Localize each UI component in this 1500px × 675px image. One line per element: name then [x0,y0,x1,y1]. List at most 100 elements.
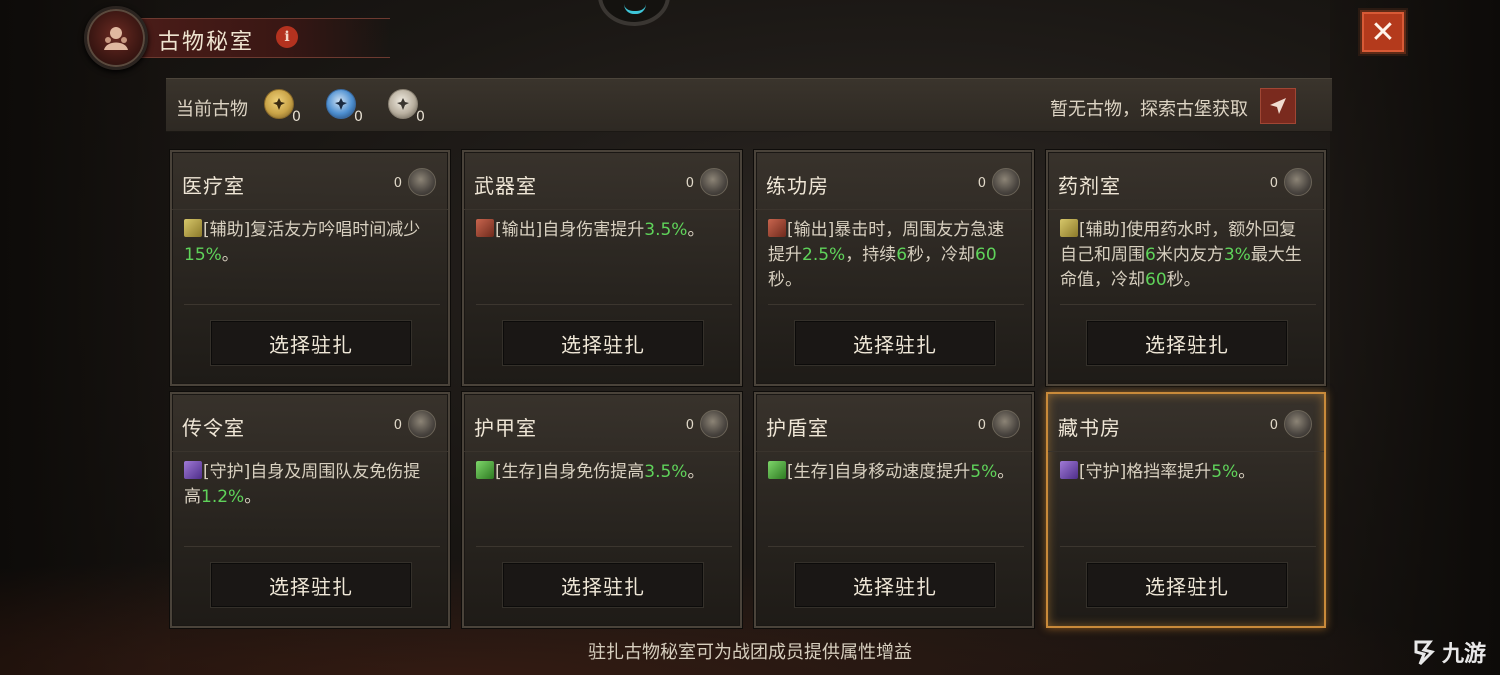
room-tag: [辅助] [1079,220,1127,240]
room-description: [生存]自身免伤提高3.5%。 [476,460,728,485]
desc-text: 自身伤害提升 [542,220,645,240]
relic-blue-count: 0 [354,109,363,125]
close-button[interactable]: ✕ [1360,10,1406,54]
room-description: [辅助]使用药水时，额外回复自己和周围6米内友方3%最大生命值，冷却60秒。 [1060,218,1312,293]
room-relic-count: 0 [1269,176,1278,191]
page-title: 古物秘室 [158,30,255,55]
relic-hint-text: 暂无古物，探索古堡获取 [1050,99,1248,120]
desc-text: 自身移动速度提升 [834,462,971,482]
desc-text: 格挡率提升 [1126,462,1212,482]
desc-value: 3.5% [644,220,688,240]
room-tag: [辅助] [203,220,251,240]
desc-value: 1.2% [201,487,245,507]
desc-text: 。 [997,462,1015,482]
room-relic-slot-icon[interactable] [1284,410,1312,438]
desc-value: 2.5% [802,245,846,265]
select-station-button[interactable]: 选择驻扎 [210,562,412,608]
room-relic-count: 0 [977,176,986,191]
current-relics-bar: 当前古物 0 0 0 暂无古物，探索古堡获取 [166,78,1332,132]
room-description: [输出]暴击时，周围友方急速提升2.5%，持续6秒，冷却60秒。 [768,218,1020,293]
room-relic-slot-icon[interactable] [700,168,728,196]
relic-silver-icon[interactable] [388,89,418,119]
relic-gold-icon[interactable] [264,89,294,119]
guard-tag-icon [1060,461,1078,479]
room-tag: [生存] [495,462,543,482]
desc-text: 。 [687,462,705,482]
room-card: 护盾室 0 [生存]自身移动速度提升5%。 选择驻扎 [754,392,1034,628]
title-bar: 古物秘室 i [84,6,390,70]
room-name: 传令室 [182,416,245,440]
select-station-button[interactable]: 选择驻扎 [502,320,704,366]
room-description: [生存]自身移动速度提升5%。 [768,460,1020,485]
desc-text: ，持续 [845,245,897,265]
room-relic-slot-icon[interactable] [992,168,1020,196]
survive-tag-icon [768,461,786,479]
room-relic-slot-icon[interactable] [408,168,436,196]
top-ring-ornament-icon [598,0,670,26]
select-station-button[interactable]: 选择驻扎 [794,562,996,608]
desc-text: 。 [221,245,239,265]
assist-tag-icon [184,219,202,237]
room-name: 护盾室 [766,416,829,440]
room-card: 武器室 0 [输出]自身伤害提升3.5%。 选择驻扎 [462,150,742,386]
desc-text: 复活友方吟唱时间减少 [250,220,421,240]
relic-room-emblem-icon [84,6,148,70]
room-relic-count: 0 [393,418,402,433]
room-name: 医疗室 [182,174,245,198]
select-station-button[interactable]: 选择驻扎 [502,562,704,608]
room-card-selected: 藏书房 0 [守护]格挡率提升5%。 选择驻扎 [1046,392,1326,628]
output-tag-icon [476,219,494,237]
room-name: 护甲室 [474,416,537,440]
room-name: 药剂室 [1058,174,1121,198]
room-card: 传令室 0 [守护]自身及周围队友免伤提高1.2%。 选择驻扎 [170,392,450,628]
room-tag: [输出] [495,220,543,240]
room-relic-count: 0 [977,418,986,433]
watermark-text: 九游 [1442,642,1487,667]
desc-text: 。 [1238,462,1256,482]
room-relic-slot-icon[interactable] [700,410,728,438]
current-relics-label: 当前古物 [176,99,248,120]
watermark: 九游 [1410,634,1500,670]
footer-hint: 驻扎古物秘室可为战团成员提供属性增益 [588,642,912,663]
info-icon[interactable]: i [276,26,298,48]
room-relic-slot-icon[interactable] [408,410,436,438]
room-description: [守护]自身及周围队友免伤提高1.2%。 [184,460,436,510]
relic-blue-icon[interactable] [326,89,356,119]
room-tag: [守护] [203,462,251,482]
room-name: 武器室 [474,174,537,198]
select-station-button[interactable]: 选择驻扎 [1086,320,1288,366]
select-station-button[interactable]: 选择驻扎 [1086,562,1288,608]
select-station-button[interactable]: 选择驻扎 [210,320,412,366]
room-tag: [生存] [787,462,835,482]
room-name: 藏书房 [1058,416,1121,440]
desc-value: 3% [1223,245,1251,265]
watermark-logo-icon [1414,640,1435,666]
room-relic-slot-icon[interactable] [1284,168,1312,196]
desc-text: 自身免伤提高 [542,462,645,482]
room-relic-count: 0 [1269,418,1278,433]
room-description: [守护]格挡率提升5%。 [1060,460,1312,485]
select-station-button[interactable]: 选择驻扎 [794,320,996,366]
room-relic-count: 0 [393,176,402,191]
desc-value: 3.5% [644,462,688,482]
desc-value: 60 [1145,270,1167,290]
desc-text: 秒。 [768,270,802,290]
room-description: [输出]自身伤害提升3.5%。 [476,218,728,243]
desc-value: 6 [896,245,908,265]
room-tag: [守护] [1079,462,1127,482]
navigate-button[interactable] [1260,88,1296,124]
desc-text: 。 [244,487,262,507]
relic-gold-count: 0 [292,109,301,125]
desc-value: 5% [970,462,998,482]
desc-value: 15% [184,245,222,265]
room-card: 护甲室 0 [生存]自身免伤提高3.5%。 选择驻扎 [462,392,742,628]
guard-tag-icon [184,461,202,479]
room-card: 练功房 0 [输出]暴击时，周围友方急速提升2.5%，持续6秒，冷却60秒。 选… [754,150,1034,386]
room-relic-count: 0 [685,176,694,191]
room-relic-slot-icon[interactable] [992,410,1020,438]
assist-tag-icon [1060,219,1078,237]
desc-text: 秒。 [1166,270,1201,290]
relic-silver-count: 0 [416,109,425,125]
room-tag: [输出] [787,220,835,240]
desc-value: 6 [1145,245,1156,265]
